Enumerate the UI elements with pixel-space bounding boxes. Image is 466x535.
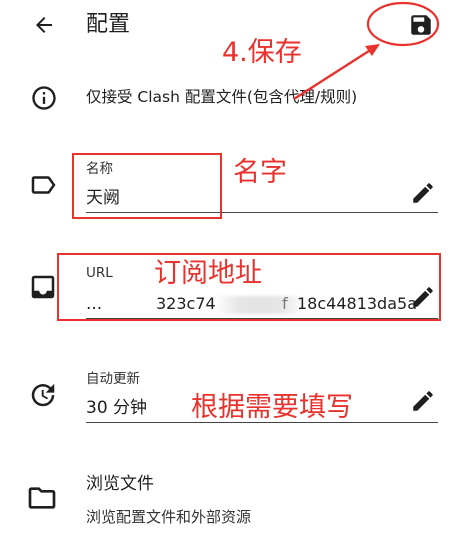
info-text: 仅接受 Clash 配置文件(包含代理/规则)	[86, 88, 358, 106]
browse-files-subtitle: 浏览配置文件和外部资源	[86, 508, 252, 526]
annotation-update-note: 根据需要填写	[191, 392, 353, 423]
browse-files-title: 浏览文件	[86, 474, 154, 494]
name-highlight-box	[72, 153, 222, 219]
page-title: 配置	[86, 12, 131, 37]
label-icon	[28, 170, 58, 200]
annotation-url-note: 订阅地址	[154, 258, 262, 289]
annotation-save-step: 4.保存	[222, 37, 302, 68]
auto-update-label: 自动更新	[86, 371, 140, 387]
update-clock-icon	[28, 380, 58, 410]
inbox-icon	[28, 272, 58, 302]
back-arrow-icon[interactable]	[32, 13, 56, 37]
save-icon[interactable]	[408, 12, 434, 38]
edit-pencil-icon[interactable]	[410, 180, 436, 206]
auto-update-value: 30 分钟	[86, 398, 148, 418]
save-arrow-head	[365, 44, 380, 56]
folder-icon	[26, 482, 58, 514]
annotation-name-note: 名字	[233, 157, 287, 188]
info-icon	[30, 84, 58, 112]
edit-pencil-icon[interactable]	[410, 388, 436, 414]
